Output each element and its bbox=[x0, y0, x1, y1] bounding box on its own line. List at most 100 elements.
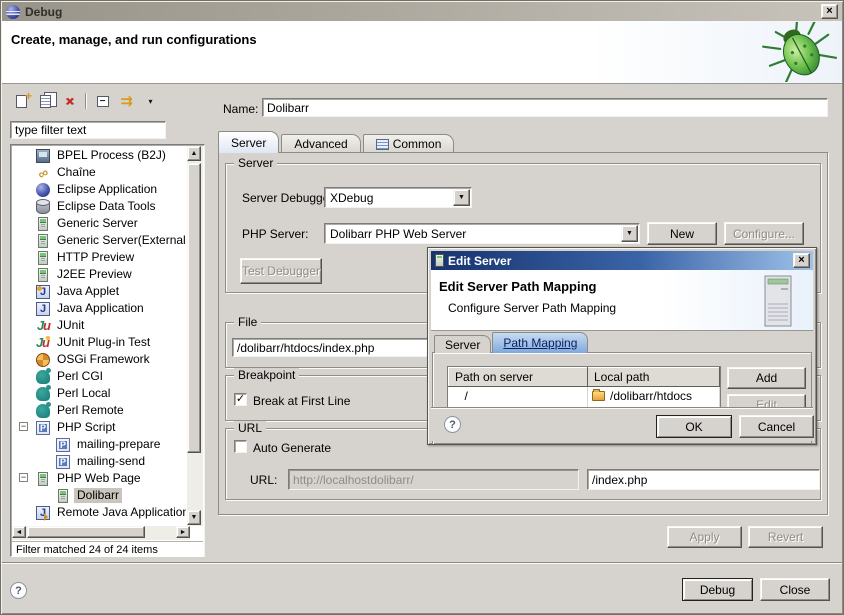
tree-item-generic-server[interactable]: Generic Server bbox=[12, 215, 186, 232]
panel-sash[interactable] bbox=[207, 88, 215, 558]
dialog-tab-server[interactable]: Server bbox=[434, 335, 491, 353]
dialog-button-bar: ? OK Cancel bbox=[431, 407, 813, 441]
junit-icon bbox=[36, 319, 50, 333]
tree-item-junit[interactable]: JUnit bbox=[12, 317, 186, 334]
dialog-subheading: Configure Server Path Mapping bbox=[448, 301, 616, 315]
tab-common[interactable]: Common bbox=[363, 134, 455, 153]
url-path-input[interactable] bbox=[588, 470, 819, 489]
breakpoint-group-legend: Breakpoint bbox=[234, 368, 299, 382]
tree-item-java-applet[interactable]: Java Applet bbox=[12, 283, 186, 300]
header-banner: Create, manage, and run configurations bbox=[2, 21, 842, 84]
dialog-header: Edit Server Path Mapping Configure Serve… bbox=[431, 270, 813, 331]
dialog-close-button[interactable]: × bbox=[793, 253, 810, 268]
page-title: Create, manage, and run configurations bbox=[11, 32, 257, 47]
tree-item-junit-plug-in-test[interactable]: JUnit Plug-in Test bbox=[12, 334, 186, 351]
dialog-heading: Edit Server Path Mapping bbox=[439, 279, 596, 294]
new-configuration-icon[interactable] bbox=[11, 91, 32, 111]
tab-advanced[interactable]: Advanced bbox=[281, 134, 360, 153]
server-icon bbox=[38, 234, 48, 248]
java-icon bbox=[36, 302, 50, 316]
tree-item-label: J2EE Preview bbox=[54, 267, 135, 282]
tree-item-php-script[interactable]: −PHP Script bbox=[12, 419, 186, 436]
tree-item-java-application[interactable]: Java Application bbox=[12, 300, 186, 317]
configuration-name-input[interactable] bbox=[263, 99, 827, 116]
help-icon[interactable]: ? bbox=[10, 582, 27, 599]
tree-item-bpel-process-b2j[interactable]: BPEL Process (B2J) bbox=[12, 147, 186, 164]
dialog-tab-path-mapping[interactable]: Path Mapping bbox=[492, 332, 588, 353]
menu-dropdown-icon[interactable]: ▾ bbox=[140, 91, 161, 111]
auto-generate-checkbox[interactable] bbox=[234, 440, 247, 453]
filter-input[interactable] bbox=[11, 122, 165, 138]
php-icon bbox=[56, 438, 70, 452]
dialog-help-icon[interactable]: ? bbox=[444, 416, 461, 433]
bpel-process-icon bbox=[36, 149, 50, 163]
tree-item-generic-server-external-la[interactable]: Generic Server(External La bbox=[12, 232, 186, 249]
filter-icon[interactable]: ⇉ bbox=[116, 91, 137, 111]
perl-icon bbox=[36, 370, 50, 384]
folder-icon bbox=[592, 391, 605, 401]
tree-item-cha-ne[interactable]: Chaîne bbox=[12, 164, 186, 181]
dialog-titlebar[interactable]: Edit Server × bbox=[431, 251, 813, 270]
new-server-button[interactable]: New bbox=[647, 222, 717, 245]
chevron-down-icon[interactable]: ▼ bbox=[453, 189, 470, 206]
php-server-label: PHP Server: bbox=[242, 227, 308, 241]
cancel-button[interactable]: Cancel bbox=[739, 415, 814, 438]
column-header-local-path[interactable]: Local path bbox=[588, 368, 720, 387]
configure-server-button: Configure... bbox=[724, 222, 804, 245]
close-button[interactable]: Close bbox=[760, 578, 830, 601]
ok-button[interactable]: OK bbox=[656, 415, 732, 438]
tree-item-label: HTTP Preview bbox=[54, 250, 137, 265]
tree-item-label: Remote Java Application bbox=[54, 505, 186, 520]
delete-icon[interactable]: × bbox=[59, 91, 80, 111]
collapse-all-icon[interactable]: − bbox=[92, 91, 113, 111]
remote-java-icon bbox=[36, 506, 50, 520]
url-group-legend: URL bbox=[234, 421, 266, 435]
tree-item-label: Generic Server(External La bbox=[54, 233, 186, 248]
tree-item-mailing-prepare[interactable]: mailing-prepare bbox=[12, 436, 186, 453]
tree-item-mailing-send[interactable]: mailing-send bbox=[12, 453, 186, 470]
tree-horizontal-scrollbar[interactable]: ◄ ► bbox=[12, 526, 190, 540]
tree-item-eclipse-application[interactable]: Eclipse Application bbox=[12, 181, 186, 198]
tree-item-osgi-framework[interactable]: OSGi Framework bbox=[12, 351, 186, 368]
tree-vertical-scrollbar[interactable]: ▲ ▼ bbox=[187, 146, 203, 526]
php-server-select[interactable]: Dolibarr PHP Web Server ▼ bbox=[324, 223, 640, 244]
tree-item-perl-local[interactable]: Perl Local bbox=[12, 385, 186, 402]
duplicate-icon[interactable] bbox=[35, 91, 56, 111]
horizontal-scroll-thumb[interactable] bbox=[27, 526, 145, 538]
mapping-row[interactable]: //dolibarr/htdocs bbox=[449, 387, 720, 405]
php-icon bbox=[56, 455, 70, 469]
tree-item-dolibarr[interactable]: Dolibarr bbox=[12, 487, 186, 504]
scroll-left-button[interactable]: ◄ bbox=[12, 526, 26, 538]
debug-button[interactable]: Debug bbox=[682, 578, 753, 601]
tree-item-remote-java-application[interactable]: Remote Java Application bbox=[12, 504, 186, 521]
scroll-right-button[interactable]: ► bbox=[176, 526, 190, 538]
tree-collapse-icon[interactable]: − bbox=[19, 422, 28, 431]
tree-collapse-icon[interactable]: − bbox=[19, 473, 28, 482]
tree-item-perl-remote[interactable]: Perl Remote bbox=[12, 402, 186, 419]
tab-server[interactable]: Server bbox=[218, 131, 279, 153]
vertical-scroll-thumb[interactable] bbox=[187, 163, 201, 453]
configurations-sidebar: × − ⇉ ▾ BPEL Process (B2J)ChaîneEclipse … bbox=[8, 88, 207, 558]
tree-item-label: Perl Remote bbox=[54, 403, 127, 418]
column-header-path-on-server[interactable]: Path on server bbox=[449, 368, 588, 387]
scroll-up-button[interactable]: ▲ bbox=[187, 146, 201, 161]
table-icon bbox=[376, 139, 389, 150]
url-base-field-wrap bbox=[288, 469, 579, 490]
break-at-first-line-checkbox[interactable]: ✓ bbox=[234, 393, 247, 406]
tree-item-j2ee-preview[interactable]: J2EE Preview bbox=[12, 266, 186, 283]
chevron-down-icon[interactable]: ▼ bbox=[621, 225, 638, 242]
server-debugger-select[interactable]: XDebug ▼ bbox=[324, 187, 472, 208]
scroll-down-button[interactable]: ▼ bbox=[187, 510, 201, 525]
tree-item-label: BPEL Process (B2J) bbox=[54, 148, 169, 163]
window-titlebar[interactable]: Debug × bbox=[2, 2, 842, 21]
tree-item-http-preview[interactable]: HTTP Preview bbox=[12, 249, 186, 266]
tree-item-eclipse-data-tools[interactable]: Eclipse Data Tools bbox=[12, 198, 186, 215]
tree-item-php-web-page[interactable]: −PHP Web Page bbox=[12, 470, 186, 487]
break-at-first-line-label: Break at First Line bbox=[253, 394, 350, 408]
tree-item-perl-cgi[interactable]: Perl CGI bbox=[12, 368, 186, 385]
osgi-icon bbox=[36, 353, 50, 367]
window-close-button[interactable]: × bbox=[821, 4, 838, 19]
server-icon bbox=[38, 251, 48, 265]
add-mapping-button[interactable]: Add bbox=[727, 367, 806, 389]
tree-item-label: JUnit bbox=[54, 318, 87, 333]
